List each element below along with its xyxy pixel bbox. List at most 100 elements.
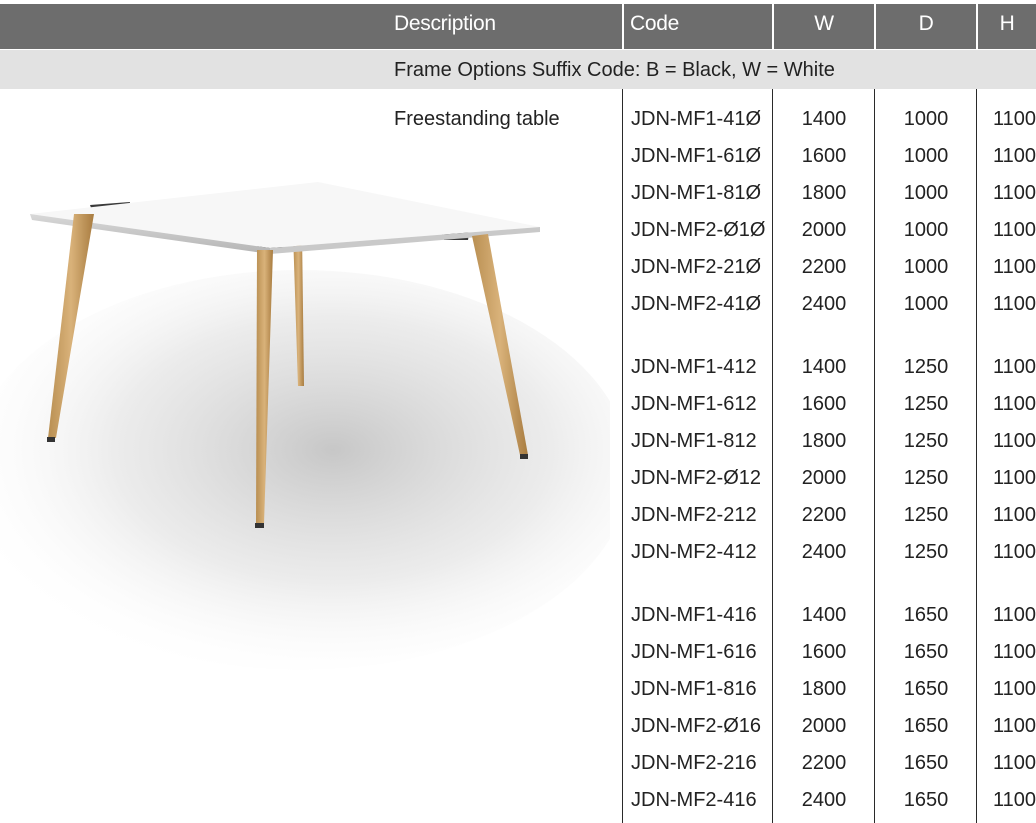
cell-h: 1100 — [992, 789, 1036, 811]
cell-h: 1100 — [992, 393, 1036, 415]
cell-code: JDN-MF1-61Ø — [631, 145, 762, 167]
cell-d: 1000 — [903, 256, 949, 278]
table-row: JDN-MF1-41Ø 1400 1000 1100 — [623, 104, 1036, 134]
header-code: Code — [630, 12, 680, 35]
cell-d: 1000 — [903, 108, 949, 130]
cell-code: JDN-MF1-616 — [631, 641, 757, 663]
table-row: JDN-MF2-212 2200 1250 1100 — [623, 500, 1036, 530]
cell-w: 1400 — [801, 356, 847, 378]
cell-h: 1100 — [992, 752, 1036, 774]
table-row: JDN-MF1-416 1400 1650 1100 — [623, 600, 1036, 630]
cell-d: 1650 — [903, 678, 949, 700]
cell-d: 1250 — [903, 393, 949, 415]
table-row: JDN-MF1-812 1800 1250 1100 — [623, 426, 1036, 456]
cell-w: 2200 — [801, 256, 847, 278]
cell-h: 1100 — [992, 467, 1036, 489]
cell-d: 1000 — [903, 145, 949, 167]
cell-w: 1400 — [801, 604, 847, 626]
cell-d: 1000 — [903, 182, 949, 204]
cell-w: 2200 — [801, 752, 847, 774]
cell-d: 1000 — [903, 293, 949, 315]
cell-d: 1250 — [903, 430, 949, 452]
leg-foot — [255, 523, 264, 528]
cell-code: JDN-MF2-416 — [631, 789, 757, 811]
table-row: JDN-MF2-Ø1Ø 2000 1000 1100 — [623, 215, 1036, 245]
cell-d: 1000 — [903, 219, 949, 241]
cell-h: 1100 — [992, 641, 1036, 663]
cell-code: JDN-MF2-Ø12 — [631, 467, 762, 489]
cell-h: 1100 — [992, 256, 1036, 278]
cell-w: 1800 — [801, 182, 847, 204]
header-w: W — [814, 12, 834, 35]
cell-d: 1650 — [903, 604, 949, 626]
cell-h: 1100 — [992, 604, 1036, 626]
cell-d: 1250 — [903, 467, 949, 489]
cell-w: 1600 — [801, 145, 847, 167]
cell-code: JDN-MF2-412 — [631, 541, 757, 563]
table-row: JDN-MF2-412 2400 1250 1100 — [623, 537, 1036, 567]
cell-w: 2400 — [801, 789, 847, 811]
table-row: JDN-MF1-616 1600 1650 1100 — [623, 637, 1036, 667]
header-h: H — [999, 12, 1015, 35]
cell-w: 2400 — [801, 541, 847, 563]
cell-d: 1250 — [903, 356, 949, 378]
product-description: Freestanding table — [394, 108, 560, 130]
cell-w: 2000 — [801, 219, 847, 241]
table-row: JDN-MF2-Ø12 2000 1250 1100 — [623, 463, 1036, 493]
cell-h: 1100 — [992, 182, 1036, 204]
table-row: JDN-MF2-41Ø 2400 1000 1100 — [623, 289, 1036, 319]
cell-code: JDN-MF2-Ø16 — [631, 715, 762, 737]
cell-h: 1100 — [992, 678, 1036, 700]
header-divider — [622, 4, 624, 49]
table-row: JDN-MF2-21Ø 2200 1000 1100 — [623, 252, 1036, 282]
cell-d: 1650 — [903, 715, 949, 737]
table-row: JDN-MF2-Ø16 2000 1650 1100 — [623, 711, 1036, 741]
cell-h: 1100 — [992, 108, 1036, 130]
table-row: JDN-MF1-81Ø 1800 1000 1100 — [623, 178, 1036, 208]
cell-code: JDN-MF1-41Ø — [631, 108, 762, 130]
spec-sheet: Description Code W D H Frame Options Suf… — [0, 0, 1036, 823]
cell-h: 1100 — [992, 430, 1036, 452]
leg-foot — [520, 454, 528, 459]
header-d: D — [918, 12, 934, 35]
cell-w: 2400 — [801, 293, 847, 315]
cell-code: JDN-MF2-216 — [631, 752, 757, 774]
cell-w: 1600 — [801, 393, 847, 415]
table-illustration — [0, 182, 610, 670]
cell-code: JDN-MF1-416 — [631, 604, 757, 626]
cell-code: JDN-MF1-812 — [631, 430, 757, 452]
cell-d: 1650 — [903, 789, 949, 811]
floor-shadow — [0, 270, 610, 670]
table-row: JDN-MF1-412 1400 1250 1100 — [623, 352, 1036, 382]
cell-code: JDN-MF1-612 — [631, 393, 757, 415]
frame-options-text: Frame Options Suffix Code: B = Black, W … — [394, 59, 835, 81]
cell-d: 1250 — [903, 541, 949, 563]
frame-options-band: Frame Options Suffix Code: B = Black, W … — [0, 50, 1036, 89]
cell-d: 1650 — [903, 752, 949, 774]
cell-w: 1400 — [801, 108, 847, 130]
cell-h: 1100 — [992, 715, 1036, 737]
cell-h: 1100 — [992, 504, 1036, 526]
header-description: Description — [394, 12, 496, 35]
table-header: Description Code W D H — [0, 4, 1036, 49]
cell-code: JDN-MF2-212 — [631, 504, 757, 526]
cell-w: 1600 — [801, 641, 847, 663]
leg-foot — [47, 437, 55, 442]
table-row: JDN-MF1-816 1800 1650 1100 — [623, 674, 1036, 704]
table-row: JDN-MF2-416 2400 1650 1100 — [623, 785, 1036, 815]
cell-code: JDN-MF2-Ø1Ø — [631, 219, 766, 241]
cell-h: 1100 — [992, 293, 1036, 315]
cell-d: 1250 — [903, 504, 949, 526]
table-row: JDN-MF2-216 2200 1650 1100 — [623, 748, 1036, 778]
cell-code: JDN-MF2-41Ø — [631, 293, 762, 315]
cell-code: JDN-MF1-412 — [631, 356, 757, 378]
table-row: JDN-MF1-612 1600 1250 1100 — [623, 389, 1036, 419]
cell-h: 1100 — [992, 541, 1036, 563]
cell-h: 1100 — [992, 219, 1036, 241]
cell-code: JDN-MF2-21Ø — [631, 256, 762, 278]
cell-w: 1800 — [801, 430, 847, 452]
cell-w: 2000 — [801, 715, 847, 737]
cell-w: 2000 — [801, 467, 847, 489]
cell-w: 2200 — [801, 504, 847, 526]
cell-h: 1100 — [992, 145, 1036, 167]
